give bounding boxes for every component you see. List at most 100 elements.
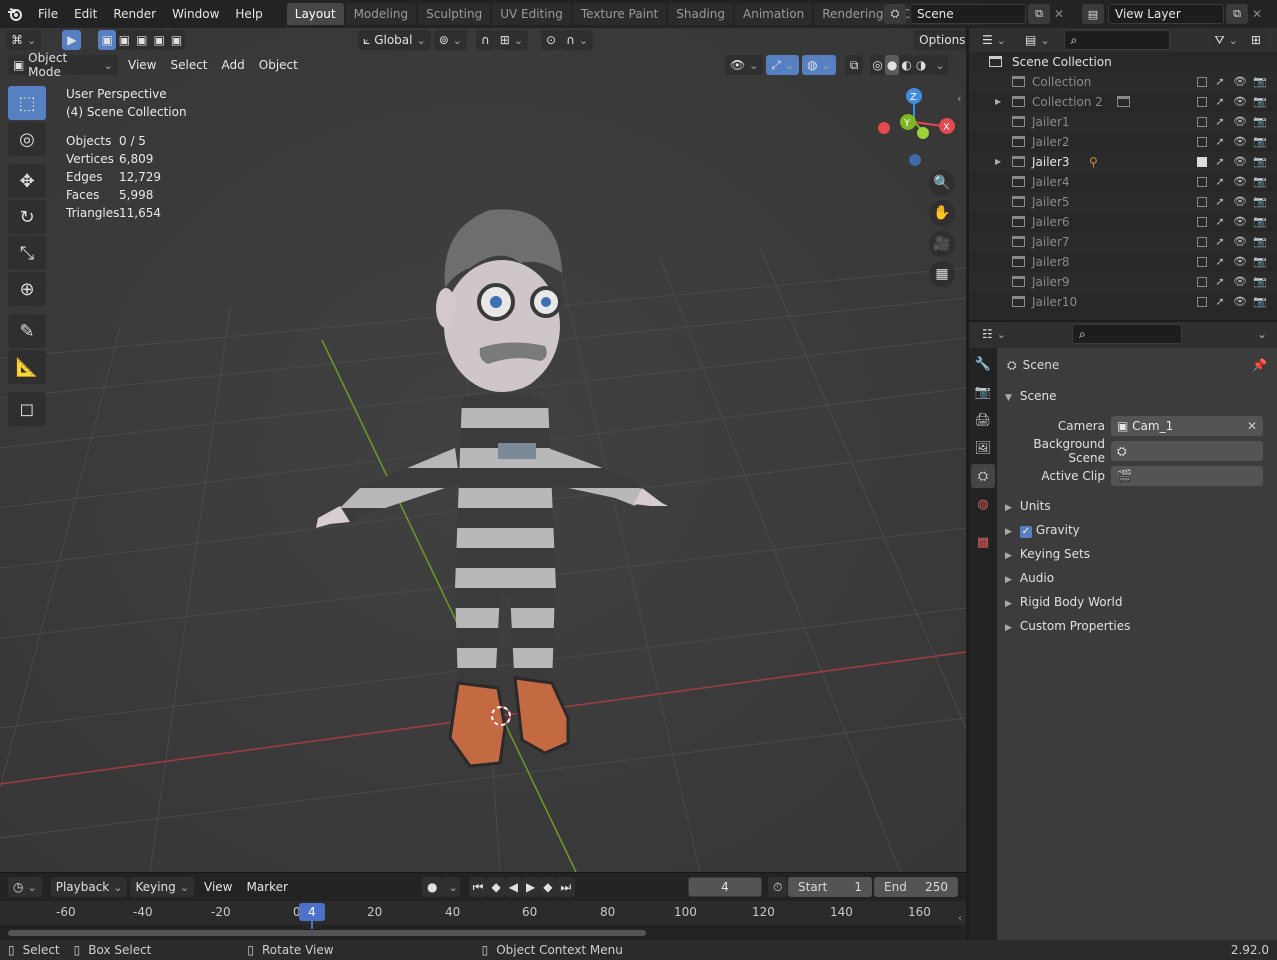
display-mode-icon[interactable]: ▤ <box>1019 30 1055 50</box>
properties-search-input[interactable]: ⌕ <box>1071 324 1182 344</box>
marker-menu[interactable]: Marker <box>239 875 294 899</box>
pan-hand-icon[interactable]: ✋ <box>929 200 955 226</box>
selectable-arrow-icon[interactable]: ➚ <box>1213 212 1227 232</box>
menu-file[interactable]: File <box>30 0 66 28</box>
clear-camera-icon[interactable]: ✕ <box>1247 419 1257 433</box>
shading-solid-icon[interactable]: ● <box>884 55 900 75</box>
outliner-row[interactable]: Jailer1 ➚ 👁 📷 <box>969 112 1277 132</box>
select-box-tool-icon[interactable]: ⬚ <box>8 86 46 120</box>
visibility-eye-icon[interactable]: 👁 <box>1233 292 1247 312</box>
timeline-scrollbar[interactable] <box>8 930 646 936</box>
move-tool-icon[interactable]: ✥ <box>8 164 46 198</box>
tab-rendering[interactable]: Rendering <box>814 3 892 25</box>
expand-arrow-icon[interactable]: ▶ <box>995 152 1001 172</box>
end-frame-field[interactable]: End 250 <box>874 877 958 897</box>
exclude-checkbox[interactable] <box>1197 157 1207 167</box>
select-invert-icon[interactable]: ▣ <box>150 30 168 50</box>
scene-name-field[interactable]: Scene <box>910 4 1026 24</box>
outliner-search-input[interactable]: ⌕ <box>1063 30 1170 50</box>
outliner-row[interactable]: Collection ➚ 👁 📷 <box>969 72 1277 92</box>
jump-keyframe-back-icon[interactable]: ◆ <box>487 877 505 897</box>
visibility-eye-icon[interactable]: 👁 <box>1233 132 1247 152</box>
menu-help[interactable]: Help <box>227 0 270 28</box>
exclude-checkbox[interactable] <box>1197 77 1207 87</box>
timeline-sidebar-toggle-icon[interactable]: ‹ <box>958 913 962 924</box>
measure-tool-icon[interactable]: 📐 <box>8 350 46 384</box>
scene-icon[interactable]: ⛭ <box>884 4 906 24</box>
select-new-icon[interactable]: ▣ <box>98 30 116 50</box>
exclude-checkbox[interactable] <box>1197 277 1207 287</box>
auto-keying-icon[interactable]: ● <box>421 877 443 897</box>
visibility-eye-icon[interactable]: 👁 <box>1233 252 1247 272</box>
falloff-icon[interactable]: ∩ <box>561 30 594 50</box>
play-icon[interactable]: ▶ <box>521 877 540 897</box>
render-tab-icon[interactable]: 📷 <box>971 380 995 404</box>
visibility-eye-icon[interactable]: 👁 <box>1233 232 1247 252</box>
blender-logo-icon[interactable] <box>0 0 30 28</box>
exclude-checkbox[interactable] <box>1197 217 1207 227</box>
options-dropdown[interactable]: Options <box>914 30 966 50</box>
camera-field[interactable]: ▣ Cam_1 ✕ <box>1111 416 1263 436</box>
menu-edit[interactable]: Edit <box>66 0 105 28</box>
render-camera-icon[interactable]: 📷 <box>1253 72 1267 92</box>
outliner-row[interactable]: ▶ Collection 2 ➚ 👁 📷 <box>969 92 1277 112</box>
navigation-gizmo[interactable]: Z Y X <box>872 86 962 170</box>
selectable-arrow-icon[interactable]: ➚ <box>1213 292 1227 312</box>
outliner-row[interactable]: Jailer7 ➚ 👁 📷 <box>969 232 1277 252</box>
selectable-arrow-icon[interactable]: ➚ <box>1213 172 1227 192</box>
shading-rendered-icon[interactable]: ◑ <box>913 55 929 75</box>
current-frame-field[interactable]: 4 <box>688 877 762 897</box>
gravity-checkbox[interactable]: ✓ <box>1019 526 1032 538</box>
overlay-toggle-icon[interactable]: ◍ <box>802 55 836 75</box>
select-tool-icon[interactable]: ▶ <box>62 30 82 50</box>
render-camera-icon[interactable]: 📷 <box>1253 132 1267 152</box>
timeline-ruler[interactable]: -60 -40 -20 0 20 40 60 80 100 120 140 16… <box>0 901 966 929</box>
audio-panel-header[interactable]: ▶ Audio <box>1005 566 1054 590</box>
transform-tool-icon[interactable]: ⊕ <box>8 272 46 306</box>
jump-end-icon[interactable]: ⏭ <box>556 877 576 897</box>
keying-menu[interactable]: Keying <box>130 877 194 897</box>
exclude-checkbox[interactable] <box>1197 197 1207 207</box>
sidebar-toggle-icon[interactable]: ‹ <box>957 92 961 105</box>
render-camera-icon[interactable]: 📷 <box>1253 212 1267 232</box>
remove-scene-icon[interactable]: ✕ <box>1054 7 1064 21</box>
outliner-editor-type-icon[interactable]: ☰ <box>977 30 1011 50</box>
exclude-checkbox[interactable] <box>1197 117 1207 127</box>
editor-type-icon[interactable]: ⌘ <box>6 30 42 50</box>
timeline-editor-type-icon[interactable]: ◷ <box>8 877 42 897</box>
keying-sets-panel-header[interactable]: ▶ Keying Sets <box>1005 542 1090 566</box>
camera-view-icon[interactable]: 🎥 <box>929 231 955 257</box>
render-camera-icon[interactable]: 📷 <box>1253 292 1267 312</box>
active-clip-field[interactable]: 🎬 <box>1111 466 1263 486</box>
render-camera-icon[interactable]: 📷 <box>1253 192 1267 212</box>
texture-tab-icon[interactable]: ▩ <box>971 530 995 554</box>
gravity-panel-header[interactable]: ▶ ✓ Gravity <box>1005 518 1080 542</box>
mode-dropdown[interactable]: ▣ Object Mode <box>8 51 118 79</box>
world-tab-icon[interactable]: ◍ <box>971 492 995 516</box>
exclude-checkbox[interactable] <box>1197 237 1207 247</box>
selectable-arrow-icon[interactable]: ➚ <box>1213 92 1227 112</box>
outliner-row[interactable]: Jailer8 ➚ 👁 📷 <box>969 252 1277 272</box>
new-collection-icon[interactable]: ⊞ <box>1245 30 1266 50</box>
rotate-tool-icon[interactable]: ↻ <box>8 200 46 234</box>
exclude-checkbox[interactable] <box>1197 137 1207 147</box>
background-scene-field[interactable]: ⛭ <box>1111 441 1263 461</box>
exclude-checkbox[interactable] <box>1197 297 1207 307</box>
ortho-grid-icon[interactable]: ▦ <box>929 261 955 287</box>
transform-orientation-dropdown[interactable]: ⟀ Global <box>358 30 431 50</box>
tab-texture-paint[interactable]: Texture Paint <box>572 3 667 25</box>
start-frame-field[interactable]: Start 1 <box>788 877 872 897</box>
custom-properties-panel-header[interactable]: ▶ Custom Properties <box>1005 614 1130 638</box>
select-subtract-icon[interactable]: ▣ <box>133 30 151 50</box>
jump-keyframe-forward-icon[interactable]: ◆ <box>539 877 557 897</box>
playback-menu[interactable]: Playback <box>50 877 128 897</box>
units-panel-header[interactable]: ▶ Units <box>1005 494 1051 518</box>
selectable-arrow-icon[interactable]: ➚ <box>1213 232 1227 252</box>
render-camera-icon[interactable]: 📷 <box>1253 172 1267 192</box>
proportional-edit-icon[interactable]: ⊙ <box>541 30 562 50</box>
shading-options-icon[interactable] <box>928 55 948 75</box>
outliner-row[interactable]: ▶ Jailer3 ⚲ ➚ 👁 📷 <box>969 152 1277 172</box>
visibility-eye-icon[interactable]: 👁 <box>1233 72 1247 92</box>
preview-range-icon[interactable]: ⏱ <box>768 877 788 897</box>
outliner-row[interactable]: Jailer6 ➚ 👁 📷 <box>969 212 1277 232</box>
